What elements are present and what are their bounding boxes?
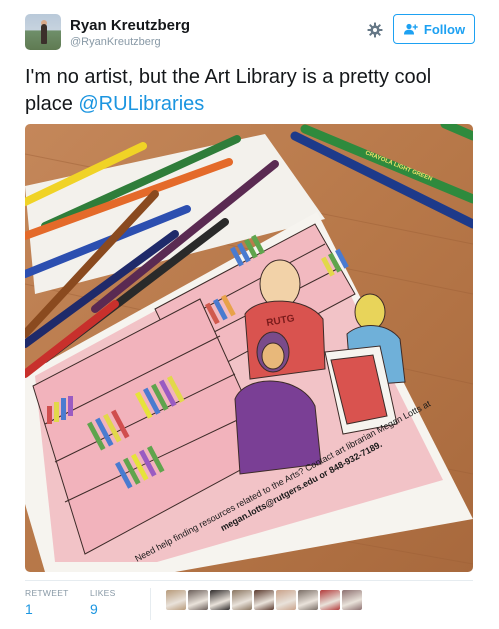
likes-stat[interactable]: LIKES 9 bbox=[90, 588, 116, 617]
display-name[interactable]: Ryan Kreutzberg bbox=[70, 17, 190, 34]
stats-divider bbox=[25, 580, 473, 581]
likes-label: LIKES bbox=[90, 588, 116, 598]
liker-avatar[interactable] bbox=[254, 590, 274, 610]
liker-avatars bbox=[166, 590, 362, 610]
liker-avatar[interactable] bbox=[210, 590, 230, 610]
liker-avatar[interactable] bbox=[320, 590, 340, 610]
retweet-label: RETWEET bbox=[25, 588, 69, 598]
retweet-count[interactable]: 1 bbox=[25, 601, 69, 617]
gear-icon[interactable] bbox=[367, 22, 383, 38]
likes-count[interactable]: 9 bbox=[90, 601, 116, 617]
tweet-photo[interactable]: RUTG Need help finding resources related… bbox=[25, 124, 473, 572]
tweet-text: I'm no artist, but the Art Library is a … bbox=[25, 64, 480, 118]
coloring-page-photo: RUTG Need help finding resources related… bbox=[25, 124, 473, 572]
screen-name[interactable]: @RyanKreutzberg bbox=[70, 36, 161, 48]
follow-button[interactable]: Follow bbox=[393, 14, 475, 44]
liker-avatar[interactable] bbox=[276, 590, 296, 610]
avatar-person bbox=[41, 24, 47, 44]
add-user-icon bbox=[403, 23, 418, 35]
liker-avatar[interactable] bbox=[232, 590, 252, 610]
mention-link[interactable]: @RULibraries bbox=[78, 93, 204, 115]
retweet-stat[interactable]: RETWEET 1 bbox=[25, 588, 69, 617]
tweet-header: Ryan Kreutzberg @RyanKreutzberg Follow bbox=[25, 14, 475, 54]
liker-avatar[interactable] bbox=[298, 590, 318, 610]
liker-avatar[interactable] bbox=[166, 590, 186, 610]
follow-label: Follow bbox=[423, 21, 466, 37]
stats-vertical-divider bbox=[150, 588, 151, 620]
avatar[interactable] bbox=[25, 14, 61, 50]
liker-avatar[interactable] bbox=[342, 590, 362, 610]
liker-avatar[interactable] bbox=[188, 590, 208, 610]
